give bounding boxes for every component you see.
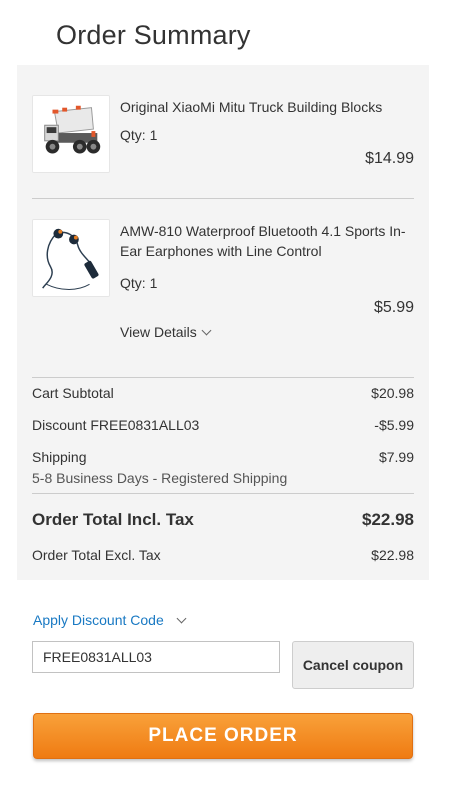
qty-value: 1 bbox=[149, 275, 158, 291]
view-details-toggle[interactable]: View Details bbox=[120, 324, 212, 340]
shipping-row: Shipping $7.99 bbox=[32, 449, 414, 465]
discount-row: Discount FREE0831ALL03 -$5.99 bbox=[32, 417, 414, 433]
shipping-method: 5-8 Business Days - Registered Shipping bbox=[32, 470, 288, 486]
qty-label: Qty: bbox=[120, 275, 146, 291]
subtotal-row: Cart Subtotal $20.98 bbox=[32, 385, 414, 401]
cart-item: Original XiaoMi Mitu Truck Building Bloc… bbox=[32, 95, 414, 198]
apply-discount-toggle[interactable]: Apply Discount Code bbox=[33, 612, 187, 628]
truck-toy-image bbox=[32, 95, 110, 173]
qty-value: 1 bbox=[149, 127, 158, 143]
totals-divider bbox=[32, 377, 414, 378]
chevron-down-icon bbox=[176, 613, 187, 623]
order-total-incl-label: Order Total Incl. Tax bbox=[32, 510, 194, 529]
order-total-excl-row: Order Total Excl. Tax $22.98 bbox=[32, 547, 414, 563]
view-details-label: View Details bbox=[120, 324, 197, 340]
grand-total-divider bbox=[32, 493, 414, 494]
cart-item: AMW-810 Waterproof Bluetooth 4.1 Sports … bbox=[32, 219, 414, 369]
shipping-label: Shipping bbox=[32, 449, 87, 465]
order-total-excl-label: Order Total Excl. Tax bbox=[32, 547, 161, 563]
cancel-coupon-button[interactable]: Cancel coupon bbox=[292, 641, 414, 689]
item-qty: Qty: 1 bbox=[120, 127, 157, 143]
discount-label: Discount FREE0831ALL03 bbox=[32, 417, 200, 433]
shipping-value: $7.99 bbox=[378, 449, 414, 465]
order-total-incl-value: $22.98 bbox=[362, 510, 414, 529]
subtotal-label: Cart Subtotal bbox=[32, 385, 114, 401]
order-total-excl-value: $22.98 bbox=[371, 547, 414, 563]
discount-code-input[interactable] bbox=[32, 641, 280, 673]
item-name: Original XiaoMi Mitu Truck Building Bloc… bbox=[120, 99, 383, 115]
item-qty: Qty: 1 bbox=[120, 275, 157, 291]
subtotal-value: $20.98 bbox=[371, 385, 414, 401]
item-divider bbox=[32, 198, 414, 199]
order-total-incl-row: Order Total Incl. Tax $22.98 bbox=[32, 510, 414, 530]
order-summary-panel: Original XiaoMi Mitu Truck Building Bloc… bbox=[17, 65, 429, 580]
qty-label: Qty: bbox=[120, 127, 146, 143]
page-title: Order Summary bbox=[56, 20, 251, 50]
item-price: $5.99 bbox=[373, 299, 414, 316]
apply-discount-label: Apply Discount Code bbox=[33, 612, 164, 628]
place-order-button[interactable]: PLACE ORDER bbox=[33, 713, 413, 759]
chevron-down-icon bbox=[201, 325, 212, 335]
item-price: $14.99 bbox=[365, 150, 414, 167]
item-name: AMW-810 Waterproof Bluetooth 4.1 Sports … bbox=[120, 223, 406, 259]
earphones-image bbox=[32, 219, 110, 297]
discount-value: -$5.99 bbox=[374, 417, 414, 433]
